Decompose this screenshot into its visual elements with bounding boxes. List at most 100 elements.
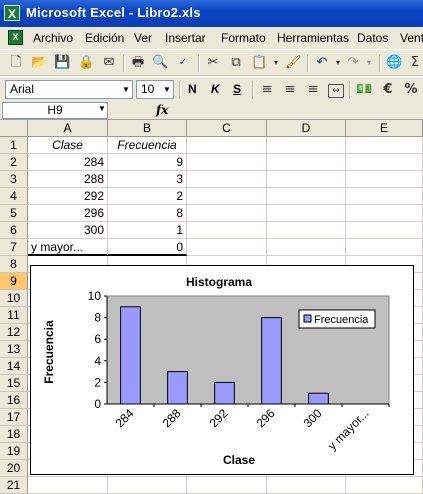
- row-header-5[interactable]: 5: [0, 205, 28, 222]
- print-icon[interactable]: 🖶: [130, 55, 146, 71]
- align-left-icon[interactable]: ≡: [259, 82, 275, 98]
- row-header-15[interactable]: 15: [0, 375, 28, 392]
- row-header-18[interactable]: 18: [0, 426, 28, 443]
- email-icon[interactable]: ✉: [101, 55, 117, 71]
- cell-d2[interactable]: [267, 154, 346, 171]
- print-preview-icon[interactable]: 🔍: [152, 55, 168, 71]
- row-header-10[interactable]: 10: [0, 290, 28, 307]
- italic-button[interactable]: K: [211, 82, 220, 96]
- redo-icon[interactable]: ↷: [345, 55, 361, 71]
- name-box[interactable]: H9: [2, 102, 108, 119]
- cell-b7[interactable]: 0: [108, 239, 187, 256]
- spelling-icon[interactable]: ✓: [175, 55, 191, 71]
- align-right-icon[interactable]: ≡: [305, 82, 321, 98]
- cell-c7[interactable]: [187, 239, 267, 256]
- cell-a1[interactable]: Clase: [28, 137, 108, 154]
- bar-288[interactable]: [167, 371, 188, 405]
- save-icon[interactable]: 💾: [54, 55, 70, 71]
- hyperlink-icon[interactable]: 🌐: [386, 55, 402, 71]
- row-header-19[interactable]: 19: [0, 443, 28, 460]
- cell-a21[interactable]: [28, 477, 108, 494]
- row-header-6[interactable]: 6: [0, 222, 28, 239]
- bar-300[interactable]: [308, 392, 329, 405]
- percent-icon[interactable]: %: [403, 82, 419, 98]
- cell-a3[interactable]: 288: [28, 171, 108, 188]
- cell-d1[interactable]: [267, 137, 346, 154]
- cell-b6[interactable]: 1: [108, 222, 187, 239]
- cell-b2[interactable]: 9: [108, 154, 187, 171]
- paste-icon[interactable]: 📋: [251, 55, 267, 71]
- format-painter-icon[interactable]: 🖌: [285, 55, 302, 71]
- cell-d5[interactable]: [267, 205, 346, 222]
- row-header-21[interactable]: 21: [0, 477, 28, 494]
- cell-b3[interactable]: 3: [108, 171, 187, 188]
- permission-icon[interactable]: 🔒: [78, 55, 94, 71]
- row-header-14[interactable]: 14: [0, 358, 28, 375]
- undo-icon[interactable]: ↶: [314, 55, 330, 71]
- row-header-17[interactable]: 17: [0, 409, 28, 426]
- row-header-20[interactable]: 20: [0, 460, 28, 477]
- font-size-select[interactable]: 10 ▼: [136, 80, 174, 99]
- row-header-8[interactable]: 8: [0, 256, 28, 273]
- row-header-13[interactable]: 13: [0, 341, 28, 358]
- menu-ventana[interactable]: Vent: [400, 31, 423, 45]
- cell-d6[interactable]: [267, 222, 346, 239]
- menu-insertar[interactable]: Insertar: [165, 31, 206, 45]
- cell-c3[interactable]: [187, 171, 267, 188]
- cell-e3[interactable]: [346, 171, 423, 188]
- chevron-down-icon[interactable]: ▼: [98, 104, 106, 113]
- cell-e1[interactable]: [346, 137, 423, 154]
- cell-c2[interactable]: [187, 154, 267, 171]
- bar-292[interactable]: [214, 381, 235, 405]
- menu-datos[interactable]: Datos: [357, 31, 388, 45]
- cell-b4[interactable]: 2: [108, 188, 187, 205]
- workbook-icon[interactable]: X: [8, 30, 23, 45]
- column-header-e[interactable]: E: [346, 120, 423, 137]
- cell-d3[interactable]: [267, 171, 346, 188]
- select-all-corner[interactable]: [0, 120, 28, 137]
- row-header-2[interactable]: 2: [0, 154, 28, 171]
- cell-c1[interactable]: [187, 137, 267, 154]
- menu-ver[interactable]: Ver: [134, 31, 152, 45]
- cell-e21[interactable]: [346, 477, 423, 494]
- cell-e2[interactable]: [346, 154, 423, 171]
- copy-icon[interactable]: ⧉: [228, 55, 244, 71]
- row-header-7[interactable]: 7: [0, 239, 28, 256]
- chevron-down-icon[interactable]: ▼: [161, 81, 173, 98]
- open-icon[interactable]: 📂: [31, 55, 47, 71]
- new-icon[interactable]: 🗋: [8, 55, 24, 71]
- column-header-b[interactable]: B: [108, 120, 187, 137]
- currency-icon[interactable]: 💵: [356, 82, 372, 98]
- menu-edicion[interactable]: Edición: [85, 31, 124, 45]
- cell-c5[interactable]: [187, 205, 267, 222]
- redo-dropdown-icon[interactable]: ▾: [361, 55, 377, 71]
- menu-archivo[interactable]: Archivo: [33, 31, 73, 45]
- cell-a5[interactable]: 296: [28, 205, 108, 222]
- euro-icon[interactable]: €: [380, 82, 396, 98]
- menu-herramientas[interactable]: Herramientas: [277, 31, 349, 45]
- cell-d4[interactable]: [267, 188, 346, 205]
- cell-b5[interactable]: 8: [108, 205, 187, 222]
- cell-a7[interactable]: y mayor...: [28, 239, 108, 256]
- bar-284[interactable]: [120, 306, 141, 405]
- cut-icon[interactable]: ✂: [205, 55, 221, 71]
- cell-c6[interactable]: [187, 222, 267, 239]
- autosum-icon[interactable]: Σ: [407, 55, 423, 71]
- underline-button[interactable]: S: [233, 82, 241, 96]
- cell-d7[interactable]: [267, 239, 346, 256]
- align-center-icon[interactable]: ≡: [282, 82, 298, 98]
- column-header-c[interactable]: C: [187, 120, 267, 137]
- undo-dropdown-icon[interactable]: ▾: [330, 55, 346, 71]
- cell-c21[interactable]: [187, 477, 267, 494]
- row-header-3[interactable]: 3: [0, 171, 28, 188]
- cell-c4[interactable]: [187, 188, 267, 205]
- function-icon[interactable]: fx: [156, 103, 168, 117]
- merge-center-icon[interactable]: ↔: [328, 84, 344, 98]
- cell-e5[interactable]: [346, 205, 423, 222]
- excel-app-icon[interactable]: X: [4, 5, 20, 21]
- cell-d21[interactable]: [267, 477, 346, 494]
- column-header-a[interactable]: A: [28, 120, 108, 137]
- chevron-down-icon[interactable]: ▼: [120, 81, 132, 98]
- cell-a6[interactable]: 300: [28, 222, 108, 239]
- row-header-9[interactable]: 9: [0, 273, 28, 290]
